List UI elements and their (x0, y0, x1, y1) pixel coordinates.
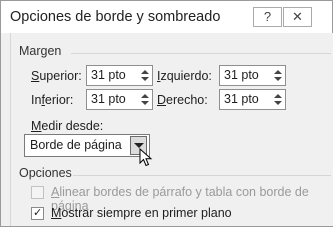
align-borders-checkbox[interactable] (31, 186, 44, 199)
measure-from-dropdown[interactable]: Borde de página (24, 134, 150, 157)
right-margin-value[interactable]: 31 pto (224, 92, 259, 106)
always-front-checkbox[interactable]: ✓ (31, 207, 44, 220)
left-margin-spinner[interactable]: 31 pto (219, 65, 286, 86)
bottom-margin-value[interactable]: 31 pto (91, 92, 126, 106)
top-margin-spin-arrows[interactable] (140, 67, 150, 84)
top-margin-value[interactable]: 31 pto (91, 68, 126, 82)
dialog-title: Opciones de borde y sombreado (10, 9, 221, 25)
bottom-margin-label: Inferior: (31, 93, 74, 107)
bottom-margin-spinner[interactable]: 31 pto (86, 89, 153, 110)
measure-from-value[interactable]: Borde de página (30, 138, 122, 152)
top-margin-spinner[interactable]: 31 pto (86, 65, 153, 86)
top-margin-label: Superior: (31, 69, 82, 83)
right-margin-label: Derecho: (157, 93, 208, 107)
always-front-label: Mostrar siempre en primer plano (51, 206, 232, 220)
checkmark-icon: ✓ (33, 207, 43, 219)
bottom-margin-spin-arrows[interactable] (140, 91, 150, 108)
right-margin-spin-arrows[interactable] (273, 91, 283, 108)
title-bar: Opciones de borde y sombreado ? ✕ (1, 1, 332, 33)
left-margin-label: Izquierdo: (157, 69, 212, 83)
mouse-pointer-icon (139, 148, 153, 167)
help-button[interactable]: ? (253, 7, 282, 27)
options-panel: Margen Superior: 31 pto Izquierdo: 31 pt… (10, 33, 333, 226)
measure-from-label: Medir desde: (31, 119, 104, 133)
left-margin-value[interactable]: 31 pto (224, 68, 259, 82)
options-section-title: Opciones (19, 166, 72, 180)
margin-section-title: Margen (19, 44, 62, 58)
border-shading-options-dialog: Opciones de borde y sombreado ? ✕ Margen… (0, 0, 333, 227)
left-margin-spin-arrows[interactable] (273, 67, 283, 84)
close-button[interactable]: ✕ (283, 7, 312, 27)
options-separator (73, 175, 331, 176)
margin-separator (71, 53, 331, 54)
right-margin-spinner[interactable]: 31 pto (219, 89, 286, 110)
